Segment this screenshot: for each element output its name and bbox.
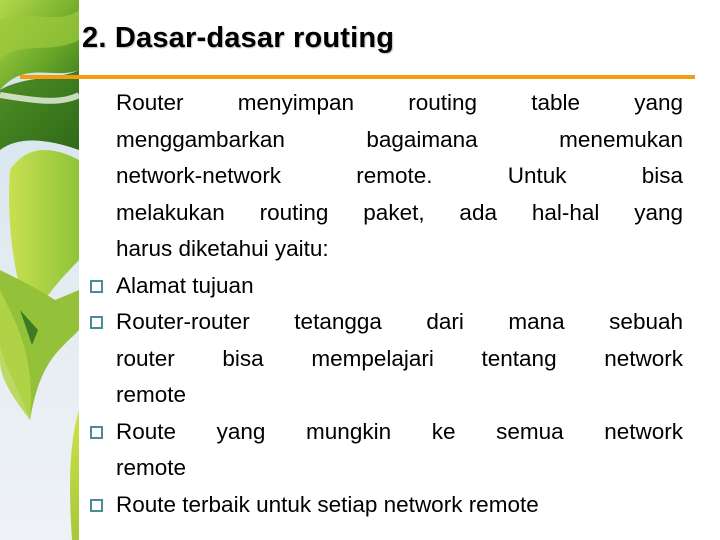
bullet-item: Alamat tujuan <box>88 268 683 305</box>
square-bullet-icon <box>90 498 103 512</box>
slide-title: 2. Dasar-dasar routing <box>82 22 395 54</box>
bullet-line: router bisa mempelajari tentang network <box>116 345 683 371</box>
decorative-leaf-image <box>0 0 79 540</box>
title-underline <box>20 75 695 79</box>
intro-line: menggambarkan bagaimana menemukan <box>116 126 683 152</box>
bullet-item: Router-router tetangga dari mana sebuah … <box>88 304 683 414</box>
square-bullet-icon <box>90 316 103 329</box>
bullet-line: Route yang mungkin ke semua network <box>116 418 683 444</box>
bullet-line: Alamat tujuan <box>116 272 254 298</box>
slide-body: Router menyimpan routing table yang meng… <box>88 85 683 523</box>
bullet-line: remote <box>116 382 187 407</box>
leaf-icon <box>0 0 79 540</box>
bullet-line: Router-router tetangga dari mana sebuah <box>116 309 683 334</box>
square-bullet-icon <box>90 425 103 439</box>
intro-line: Router menyimpan routing table yang <box>116 90 683 115</box>
bullet-line: Route terbaik untuk setiap network remot… <box>116 491 539 517</box>
intro-line: harus diketahui yaitu: <box>116 236 329 261</box>
intro-line: melakukan routing paket, ada hal-hal yan… <box>116 199 683 225</box>
bullet-item: Route yang mungkin ke semua network remo… <box>88 414 683 487</box>
intro-paragraph: Router menyimpan routing table yang meng… <box>88 85 683 268</box>
bullet-item: Route terbaik untuk setiap network remot… <box>88 487 683 524</box>
bullet-line: remote <box>116 455 187 480</box>
square-bullet-icon <box>90 279 103 293</box>
intro-line: network-network remote. Untuk bisa <box>116 163 683 188</box>
